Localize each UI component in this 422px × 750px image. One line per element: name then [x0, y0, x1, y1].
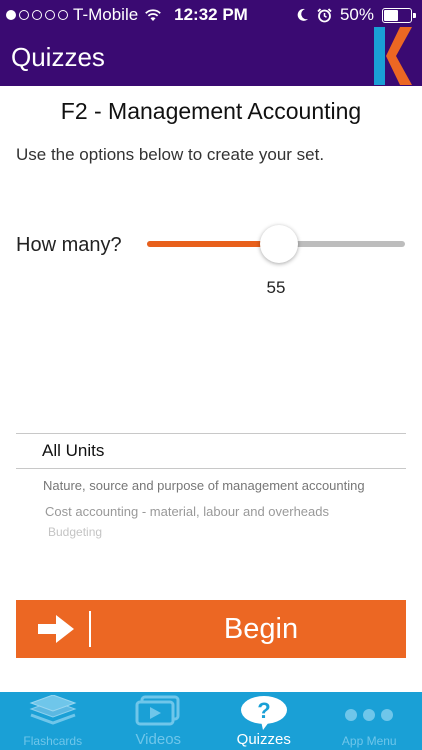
- battery-icon: [382, 7, 416, 23]
- unit-picker[interactable]: All Units Nature, source and purpose of …: [16, 433, 406, 543]
- how-many-label: How many?: [16, 234, 122, 256]
- picker-divider-bottom: [16, 468, 406, 469]
- question-bubble-icon: ?: [240, 696, 287, 730]
- page-title: F2 - Management Accounting: [60, 98, 362, 124]
- nav-title: Quizzes: [11, 42, 105, 72]
- begin-button[interactable]: Begin: [16, 600, 406, 658]
- picker-option[interactable]: Nature, source and purpose of management…: [43, 478, 365, 493]
- picker-option[interactable]: Cost accounting - material, labour and o…: [45, 504, 329, 519]
- app-logo: [374, 27, 412, 85]
- more-dots-icon: [345, 709, 394, 721]
- alarm-icon: [317, 7, 332, 22]
- picker-selected-option[interactable]: All Units: [42, 441, 104, 461]
- tab-bar: Flashcards Videos ? Quizzes App Menu: [0, 692, 422, 750]
- tab-label: Videos: [135, 731, 182, 748]
- arrow-right-icon: [38, 615, 74, 643]
- slider-thumb[interactable]: [259, 225, 298, 263]
- tab-label: Quizzes: [236, 731, 291, 748]
- begin-button-label: Begin: [223, 613, 299, 645]
- battery-percent: 50%: [339, 5, 374, 24]
- tab-app-menu[interactable]: App Menu: [317, 692, 422, 750]
- question-count-slider[interactable]: [147, 225, 405, 263]
- svg-text:?: ?: [257, 698, 270, 723]
- layers-icon: [29, 695, 77, 725]
- slider-value: 55: [266, 278, 286, 297]
- status-bar: T-Mobile 12:32 PM 50%: [0, 0, 422, 30]
- status-right: 50%: [296, 5, 416, 25]
- instructions-text: Use the options below to create your set…: [16, 145, 325, 164]
- tab-label: Flashcards: [23, 734, 83, 748]
- button-separator: [89, 611, 91, 647]
- picker-option[interactable]: Budgeting: [48, 525, 102, 539]
- play-video-icon: [135, 695, 180, 726]
- tab-videos[interactable]: Videos: [106, 692, 212, 750]
- tab-label: App Menu: [341, 734, 397, 748]
- tab-flashcards[interactable]: Flashcards: [0, 692, 106, 750]
- tab-quizzes[interactable]: ? Quizzes: [211, 692, 317, 750]
- picker-divider-top: [16, 433, 406, 434]
- top-bar: T-Mobile 12:32 PM 50% Quizzes: [0, 0, 422, 86]
- slider-fill: [147, 241, 279, 247]
- moon-icon: [297, 8, 308, 21]
